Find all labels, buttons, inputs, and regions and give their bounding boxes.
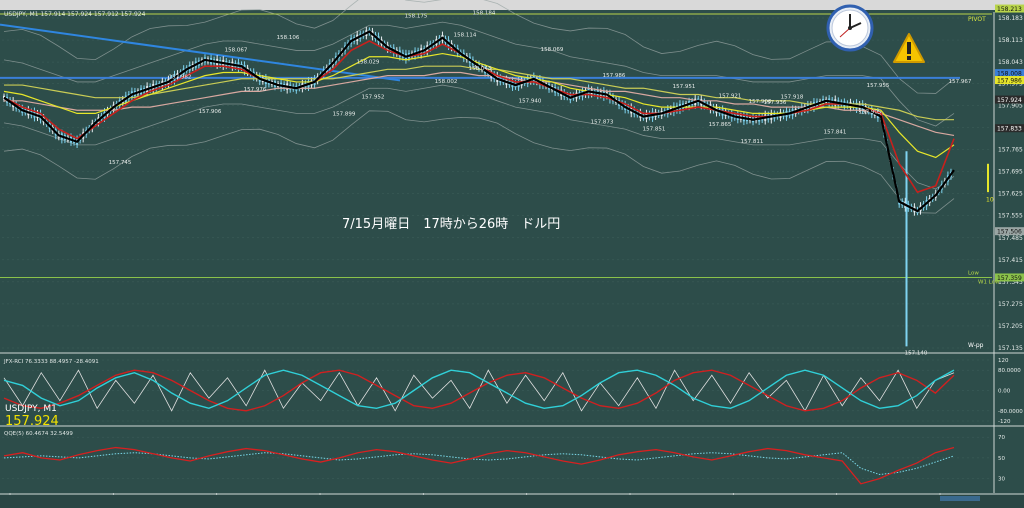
y-tick-label: 157.695 xyxy=(998,169,1023,176)
rci-y-tick: -120 xyxy=(998,419,1011,425)
price-annotation: 157.921 xyxy=(719,94,742,100)
price-annotation: 158.002 xyxy=(435,79,458,85)
y-tick-label: 158.113 xyxy=(998,37,1023,44)
main-panel-bg xyxy=(0,12,1024,352)
price-annotation: 157.955 xyxy=(867,83,890,89)
qqe-header: QQE(5) 60.4674 32.5499 xyxy=(4,431,73,437)
price-marker-label: 157.506 xyxy=(997,229,1022,236)
price-annotation: 158.106 xyxy=(277,35,300,41)
price-marker-label: 157.986 xyxy=(997,78,1022,85)
time-axis-bg xyxy=(0,495,1024,508)
price-annotation: 158.043 xyxy=(469,66,492,72)
price-annotation: 157.873 xyxy=(591,120,614,126)
price-annotation: 157.899 xyxy=(333,111,356,117)
rci-y-tick: 120 xyxy=(998,358,1009,364)
symbol-label: USDJPY, M1 xyxy=(5,404,57,414)
price-annotation: 157.903 xyxy=(749,99,772,105)
w1-low-label: W1 Low xyxy=(978,279,1000,285)
price-annotation: 157.967 xyxy=(949,79,972,85)
price-annotation: 157.906 xyxy=(199,109,222,115)
y-tick-label: 157.555 xyxy=(998,213,1023,220)
qqe-panel-bg xyxy=(0,428,1024,493)
time-scroll-marker xyxy=(940,496,980,501)
qqe-y-tick: 50 xyxy=(998,456,1005,462)
rci-y-tick: 0.00 xyxy=(998,389,1011,395)
price-annotation: 157.940 xyxy=(519,99,542,105)
price-annotation: 158.029 xyxy=(357,59,380,65)
price-marker-label: 157.924 xyxy=(997,97,1022,104)
y-tick-label: 158.043 xyxy=(998,59,1023,66)
clock-icon xyxy=(826,4,874,52)
price-annotation: 157.905 xyxy=(859,110,882,116)
price-annotation: 157.951 xyxy=(673,84,696,90)
y-tick-label: 157.275 xyxy=(998,301,1023,308)
price-annotation: 157.841 xyxy=(824,130,847,136)
price-annotation: 157.140 xyxy=(905,350,928,356)
price-annotation: 157.918 xyxy=(781,94,804,100)
price-annotation: 158.069 xyxy=(541,47,564,53)
price-marker-label: 158.213 xyxy=(997,6,1022,13)
y-tick-label: 157.485 xyxy=(998,235,1023,242)
price-annotation: 157.952 xyxy=(362,95,385,101)
price-annotation: 157.865 xyxy=(709,122,732,128)
y-tick-label: 157.765 xyxy=(998,147,1023,154)
price-annotation: 158.067 xyxy=(225,48,248,54)
y-tick-label: 158.183 xyxy=(998,15,1023,22)
price-marker-label: 157.833 xyxy=(997,126,1022,133)
price-annotation: 158.175 xyxy=(405,14,428,20)
qqe-y-tick: 70 xyxy=(998,435,1005,441)
y-tick-label: 157.415 xyxy=(998,257,1023,264)
price-annotation: 157.811 xyxy=(741,139,764,145)
rci-y-tick: 80.0000 xyxy=(998,368,1021,374)
qqe-y-tick: 30 xyxy=(998,477,1005,483)
price-annotation: 157.745 xyxy=(109,160,132,166)
warning-icon xyxy=(893,33,925,63)
wpp-label: W-pp xyxy=(968,342,984,349)
y-tick-label: 157.625 xyxy=(998,191,1023,198)
price-annotation: 157.851 xyxy=(643,127,666,133)
current-price: 157.924 xyxy=(5,414,59,429)
price-annotation: 157.976 xyxy=(244,87,267,93)
price-annotation: 157.986 xyxy=(603,73,626,79)
pivot-label: PIVOT xyxy=(968,16,986,23)
price-marker-label: 157.359 xyxy=(997,275,1022,282)
price-annotation: 158.184 xyxy=(473,11,496,17)
low-label: Low xyxy=(968,270,979,276)
chart-canvas[interactable]: 158.183158.113158.043157.975157.905157.8… xyxy=(0,0,1024,508)
range-label: 10 xyxy=(986,197,994,204)
rci-y-tick: -80.0000 xyxy=(998,409,1023,415)
price-annotation: 157.982 xyxy=(169,74,192,80)
rci-header: JFX-RCI 76.3333 88.4957 -28.4091 xyxy=(3,359,99,365)
price-annotation: 158.114 xyxy=(454,33,477,39)
y-tick-label: 157.135 xyxy=(998,345,1023,352)
chart-header: USDJPY, M1 157.914 157.924 157.912 157.9… xyxy=(4,11,146,18)
y-tick-label: 157.205 xyxy=(998,323,1023,330)
chart-annotation: 7/15月曜日 17時から26時 ドル円 xyxy=(342,217,561,232)
trading-chart-window: 158.183158.113158.043157.975157.905157.8… xyxy=(0,0,1024,508)
